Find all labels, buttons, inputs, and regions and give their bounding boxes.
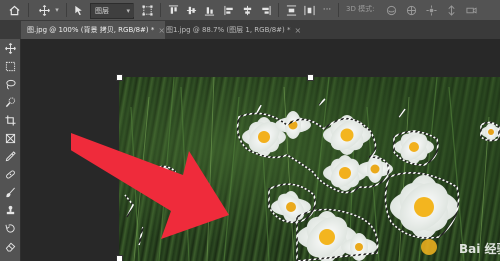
- watermark-paw-icon: [421, 239, 437, 255]
- transform-handle-top-center[interactable]: [307, 74, 314, 81]
- red-arrow-annotation: [71, 133, 229, 239]
- history-brush-tool-icon[interactable]: [3, 221, 17, 235]
- more-options-icon[interactable]: ···: [322, 2, 332, 18]
- home-icon[interactable]: [6, 2, 22, 18]
- options-bar: ▾ 图层 ··· 3D 模式:: [0, 0, 500, 21]
- distribute-icon[interactable]: [284, 2, 298, 18]
- watermark-text: Bai 经验: [459, 241, 500, 256]
- align-horizontal-center-icon[interactable]: [240, 2, 254, 18]
- 3d-mode-label: 3D 模式:: [346, 5, 375, 13]
- lasso-tool-icon[interactable]: [3, 77, 17, 91]
- transform-handle-top-left[interactable]: [116, 74, 123, 81]
- auto-select-icon[interactable]: [72, 2, 86, 18]
- healing-brush-tool-icon[interactable]: [3, 167, 17, 181]
- tab-document-2[interactable]: 图1.jpg @ 88.7% (图层 1, RGB/8#) * ×: [160, 21, 308, 39]
- crop-tool-icon[interactable]: [3, 113, 17, 127]
- align-left-icon[interactable]: [222, 2, 236, 18]
- document-workspace[interactable]: Bai 经验: [21, 39, 500, 261]
- 3d-drag-icon[interactable]: [424, 2, 438, 18]
- align-bottom-icon[interactable]: [202, 2, 216, 18]
- layer-dropdown[interactable]: 图层: [90, 3, 134, 19]
- chevron-down-icon[interactable]: ▾: [53, 2, 61, 18]
- move-tool-icon[interactable]: [36, 2, 52, 18]
- tab-document-1[interactable]: 图.jpg @ 100% (背景 拷贝, RGB/8#) * ×: [21, 21, 165, 39]
- document-tab-bar: 图.jpg @ 100% (背景 拷贝, RGB/8#) * × 图1.jpg …: [0, 21, 500, 39]
- frame-tool-icon[interactable]: [3, 131, 17, 145]
- brush-tool-icon[interactable]: [3, 185, 17, 199]
- move-tool-icon[interactable]: [3, 41, 17, 55]
- align-vertical-center-icon[interactable]: [184, 2, 198, 18]
- tools-panel: [0, 39, 21, 261]
- tab-label: 图.jpg @ 100% (背景 拷贝, RGB/8#) *: [27, 26, 155, 34]
- 3d-rotate-icon[interactable]: [384, 2, 398, 18]
- distribute-spacing-icon[interactable]: [302, 2, 316, 18]
- photoshop-window: ▾ 图层 ··· 3D 模式: 图.jpg @ 100% (背景: [0, 0, 500, 261]
- quick-selection-tool-icon[interactable]: [3, 95, 17, 109]
- tab-label: 图1.jpg @ 88.7% (图层 1, RGB/8#) *: [166, 26, 291, 34]
- transform-controls-icon[interactable]: [140, 2, 154, 18]
- 3d-slide-icon[interactable]: [444, 2, 458, 18]
- marquee-tool-icon[interactable]: [3, 59, 17, 73]
- transform-handle-bottom-left[interactable]: [116, 255, 123, 261]
- clone-stamp-tool-icon[interactable]: [3, 203, 17, 217]
- align-top-icon[interactable]: [166, 2, 180, 18]
- 3d-camera-icon[interactable]: [464, 2, 478, 18]
- align-right-icon[interactable]: [258, 2, 272, 18]
- close-icon[interactable]: ×: [295, 26, 302, 35]
- eraser-tool-icon[interactable]: [3, 239, 17, 253]
- eyedropper-tool-icon[interactable]: [3, 149, 17, 163]
- 3d-roll-icon[interactable]: [404, 2, 418, 18]
